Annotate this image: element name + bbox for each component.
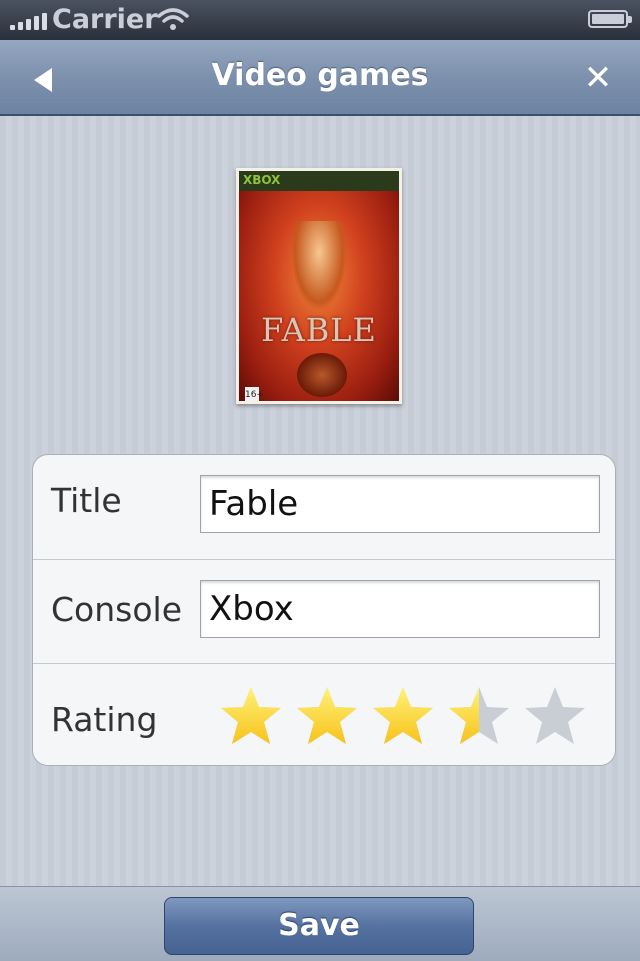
cover-hero-figure	[291, 221, 347, 311]
save-button[interactable]: Save	[164, 897, 474, 955]
star-filled-shape	[373, 687, 433, 744]
cover-brand: XBOX	[243, 173, 281, 187]
battery-icon	[588, 10, 632, 28]
close-button[interactable]: ✕	[580, 58, 616, 98]
rating-star-icon[interactable]	[219, 684, 283, 748]
console-row: Console	[33, 559, 615, 664]
rating-row: Rating	[33, 663, 615, 768]
title-label: Title	[51, 481, 122, 520]
rating-label: Rating	[51, 700, 158, 739]
star-filled-shape	[297, 687, 357, 744]
title-row: Title	[33, 455, 615, 559]
rating-stars[interactable]	[219, 684, 587, 748]
signal-strength-icon	[10, 12, 47, 30]
age-rating-badge: 16+	[245, 387, 264, 401]
cover-face-art	[297, 353, 347, 397]
game-cover-image[interactable]: XBOX FABLE 16+	[236, 168, 402, 404]
console-input[interactable]	[200, 580, 600, 638]
rating-star-icon[interactable]	[447, 684, 511, 748]
rating-star-icon[interactable]	[371, 684, 435, 748]
rating-star-icon[interactable]	[295, 684, 359, 748]
wifi-icon	[156, 6, 190, 36]
page-title: Video games	[211, 58, 429, 93]
star-filled-shape	[449, 687, 479, 744]
cover-artwork: FABLE 16+	[239, 191, 399, 401]
star-filled-shape	[221, 687, 281, 744]
star-empty-shape	[525, 687, 585, 744]
cover-logo: FABLE	[261, 311, 377, 349]
title-input[interactable]	[200, 475, 600, 533]
status-bar: Carrier	[0, 0, 640, 40]
cover-header-strip: XBOX	[239, 171, 399, 191]
game-details-form: Title Console Rating	[32, 454, 616, 766]
console-label: Console	[51, 590, 183, 629]
bottom-toolbar: Save	[0, 886, 640, 961]
rating-star-icon[interactable]	[523, 684, 587, 748]
carrier-label: Carrier	[52, 4, 158, 35]
navigation-bar: Video games ✕	[0, 40, 640, 116]
close-icon: ✕	[583, 58, 613, 98]
